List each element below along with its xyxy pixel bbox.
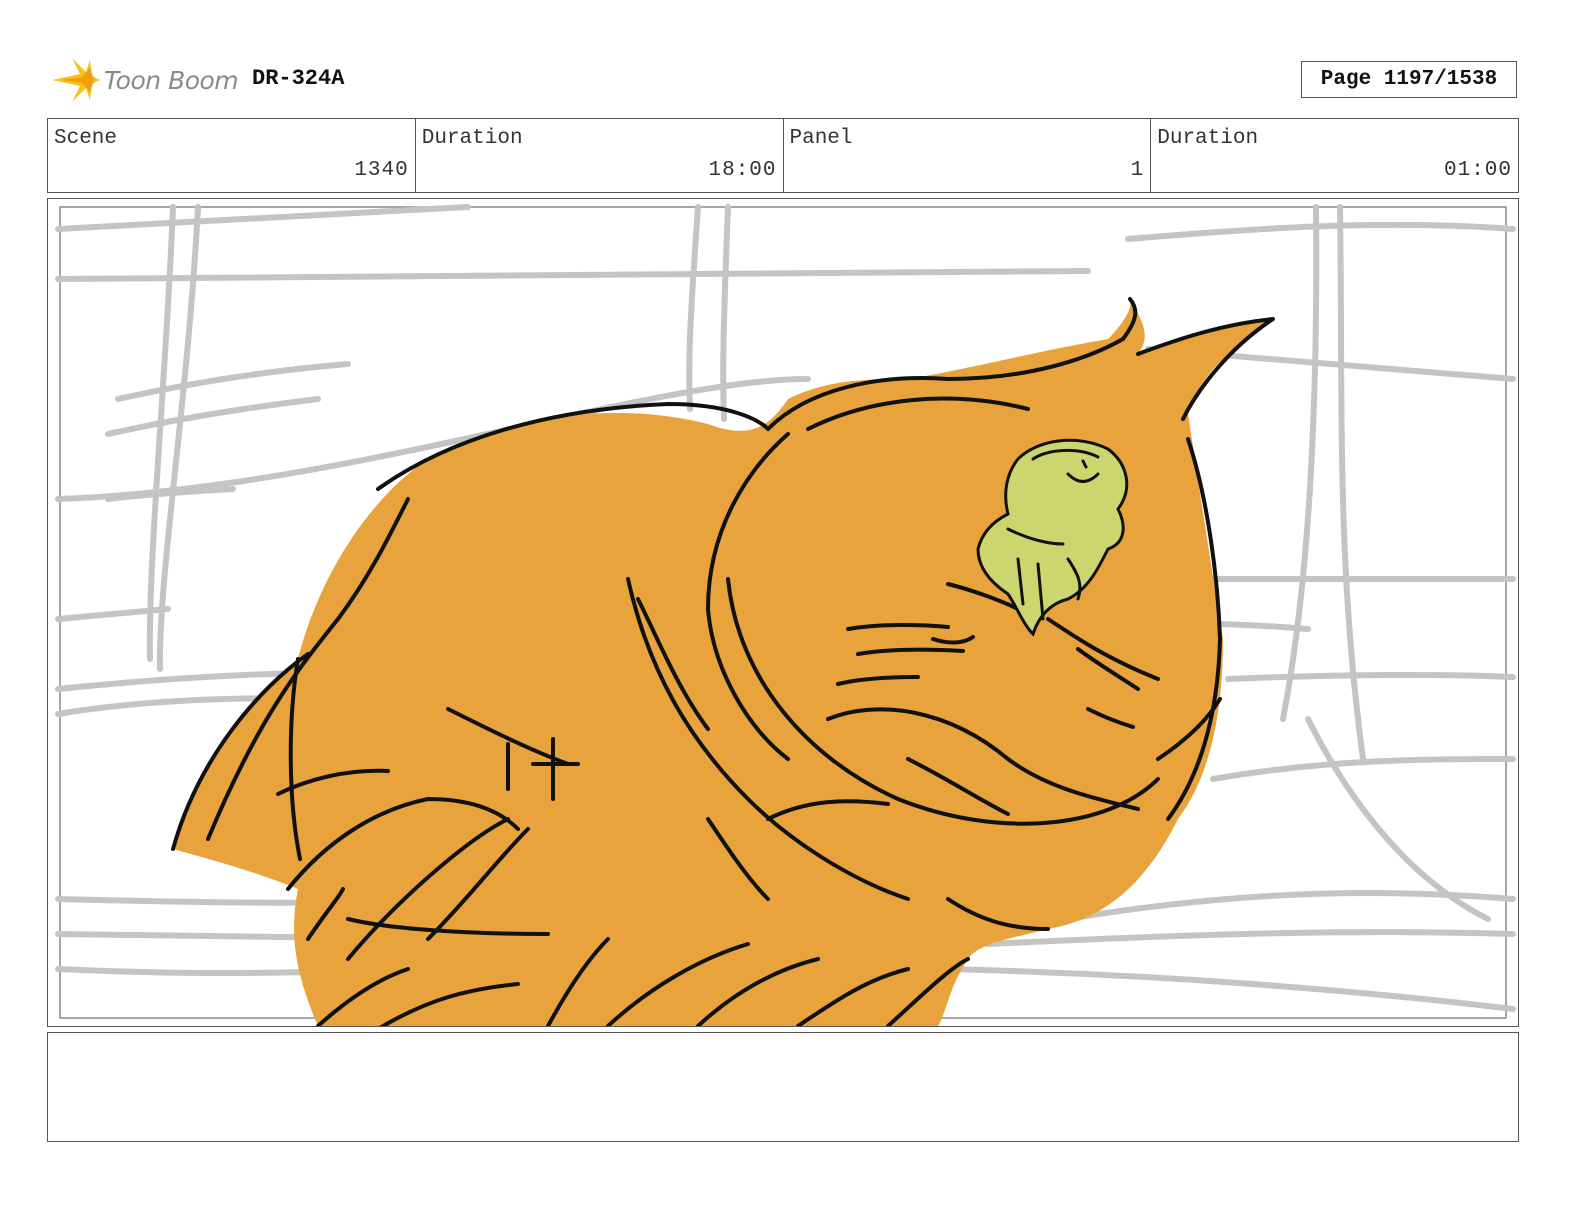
scene-duration-label: Duration: [421, 127, 523, 150]
storyboard-panel: [47, 198, 1519, 1027]
panel-cell: Panel 1: [784, 119, 1152, 192]
document-code: DR-324A: [252, 66, 345, 91]
creature-sketch: [171, 297, 1275, 1026]
scene-duration-cell: Duration 18:00: [416, 119, 784, 192]
panel-value: 1: [1130, 159, 1145, 182]
scene-duration-value: 18:00: [708, 159, 777, 182]
panel-notes-box: [47, 1032, 1519, 1142]
panel-duration-value: 01:00: [1443, 159, 1512, 182]
scene-value: 1340: [354, 159, 409, 182]
panel-duration-label: Duration: [1157, 127, 1259, 150]
scene-info-bar: Scene 1340 Duration 18:00 Panel 1 Durati…: [47, 118, 1519, 193]
logo-text: Toon Boom: [104, 65, 239, 95]
panel-duration-cell: Duration 01:00: [1151, 119, 1518, 192]
toon-boom-logo: Toon Boom: [50, 54, 239, 106]
scene-cell: Scene 1340: [48, 119, 416, 192]
panel-label: Panel: [789, 127, 853, 150]
page-number: Page 1197/1538: [1301, 61, 1517, 98]
scene-label: Scene: [54, 127, 118, 150]
starburst-icon: [52, 58, 100, 102]
panel-sketch: [55, 204, 1516, 1026]
